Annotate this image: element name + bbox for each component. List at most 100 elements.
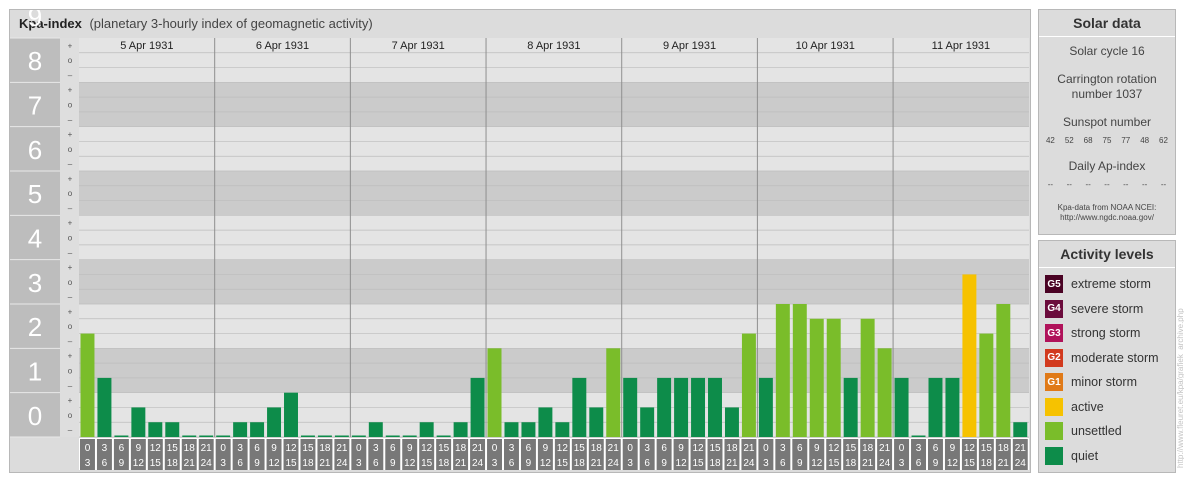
ap-index-values: -- -- -- -- -- -- --: [1039, 180, 1175, 189]
hour-tick-label: 24: [879, 458, 891, 469]
minor-tick-label: o: [68, 145, 73, 154]
kp-bar: [182, 435, 197, 437]
day-label: 5 Apr 1931: [120, 40, 173, 52]
kp-bar: [131, 407, 146, 437]
hour-tick-label: 24: [472, 458, 484, 469]
kp-bar: [250, 422, 265, 437]
ap-value: --: [1160, 180, 1167, 189]
y-tick-label: 9: [28, 10, 42, 32]
data-source-link[interactable]: http://www.ngdc.noaa.gov/: [1039, 213, 1175, 223]
legend-item-extreme-storm: G5 extreme storm: [1039, 272, 1175, 297]
hour-tick-label: 9: [254, 458, 260, 469]
kp-bar: [809, 318, 824, 437]
y-tick-label: 5: [28, 179, 42, 209]
minor-tick-label: +: [68, 86, 73, 95]
legend-label: extreme storm: [1071, 277, 1151, 292]
hour-tick-label: 9: [407, 443, 413, 454]
hour-tick-label: 15: [302, 443, 314, 454]
hour-tick-label: 15: [981, 443, 993, 454]
kp-bar: [368, 422, 383, 437]
sunspot-value: 68: [1083, 136, 1093, 145]
hour-tick-label: 12: [676, 458, 688, 469]
kp-bar: [402, 435, 417, 437]
minor-tick-label: –: [68, 381, 73, 390]
hour-tick-label: 24: [336, 458, 348, 469]
hour-tick-label: 15: [845, 443, 857, 454]
kp-bar: [962, 274, 977, 437]
hour-tick-label: 3: [644, 443, 650, 454]
hour-tick-label: 9: [119, 458, 125, 469]
day-label: 8 Apr 1931: [527, 40, 580, 52]
legend-label: severe storm: [1071, 301, 1144, 316]
kp-bar: [165, 422, 180, 437]
sunspot-value: 77: [1121, 136, 1131, 145]
minor-tick-label: +: [68, 396, 73, 405]
hour-tick-label: 6: [119, 443, 125, 454]
minor-tick-label: +: [68, 219, 73, 228]
hour-tick-label: 0: [627, 443, 633, 454]
hour-tick-label: 6: [509, 458, 515, 469]
legend-item-active: active: [1039, 395, 1175, 420]
hour-tick-label: 3: [237, 443, 243, 454]
hour-tick-label: 24: [1015, 458, 1027, 469]
hour-tick-label: 21: [1015, 443, 1027, 454]
hour-tick-label: 3: [899, 458, 905, 469]
hour-tick-label: 18: [455, 443, 467, 454]
kp-bar: [233, 422, 248, 437]
hour-tick-label: 6: [526, 443, 532, 454]
ap-value: --: [1123, 180, 1129, 189]
minor-tick-label: –: [68, 115, 73, 124]
hour-tick-label: 18: [709, 458, 721, 469]
minor-tick-label: –: [68, 160, 73, 169]
kp-band: [79, 171, 1029, 216]
kp-bar: [741, 333, 756, 437]
legend-swatch: G2: [1045, 348, 1063, 367]
kp-bar: [996, 304, 1011, 437]
hour-tick-label: 9: [543, 443, 549, 454]
hour-tick-label: 6: [780, 458, 786, 469]
kp-bar: [572, 377, 587, 437]
hour-tick-label: 3: [373, 443, 379, 454]
kp-bar: [470, 377, 485, 437]
hour-tick-label: 15: [150, 458, 162, 469]
legend-swatch: G5: [1045, 275, 1063, 294]
kp-bar: [97, 377, 112, 437]
hour-tick-label: 6: [254, 443, 260, 454]
kp-bar: [623, 377, 638, 437]
minor-tick-label: +: [68, 41, 73, 50]
hour-tick-label: 18: [167, 458, 179, 469]
hour-tick-label: 6: [102, 458, 108, 469]
sunspot-value: 48: [1140, 136, 1150, 145]
hour-tick-label: 6: [373, 458, 379, 469]
data-source-label: Kpa-data from NOAA NCEI:: [1057, 203, 1157, 212]
hour-tick-label: 6: [661, 443, 667, 454]
kp-bar: [300, 435, 315, 437]
hour-tick-label: 3: [492, 458, 498, 469]
kp-bar: [674, 377, 689, 437]
hour-tick-label: 6: [644, 458, 650, 469]
hour-tick-label: 12: [421, 443, 433, 454]
minor-tick-label: +: [68, 307, 73, 316]
hour-tick-label: 15: [167, 443, 179, 454]
carrington-rotation-number: number 1037: [1071, 87, 1143, 101]
hour-tick-label: 9: [271, 443, 277, 454]
legend-item-unsettled: unsettled: [1039, 419, 1175, 444]
y-tick-label: 4: [28, 224, 42, 254]
y-tick-label: 6: [28, 135, 42, 165]
hour-tick-label: 24: [743, 458, 755, 469]
ap-value: --: [1047, 180, 1054, 189]
legend-label: active: [1071, 399, 1104, 414]
kp-bar: [436, 435, 451, 437]
kp-bar: [555, 422, 570, 437]
hour-tick-label: 18: [862, 443, 874, 454]
kp-bar: [419, 422, 434, 437]
hour-tick-label: 6: [237, 458, 243, 469]
hour-tick-label: 12: [828, 443, 840, 454]
y-tick-label: 3: [28, 268, 42, 298]
activity-levels-panel: Activity levels G5 extreme storm G4 seve…: [1038, 240, 1176, 473]
kp-bar: [911, 435, 926, 437]
hour-tick-label: 3: [102, 443, 108, 454]
kp-bar: [267, 407, 282, 437]
kp-bar: [979, 333, 994, 437]
kp-bar: [758, 377, 773, 437]
